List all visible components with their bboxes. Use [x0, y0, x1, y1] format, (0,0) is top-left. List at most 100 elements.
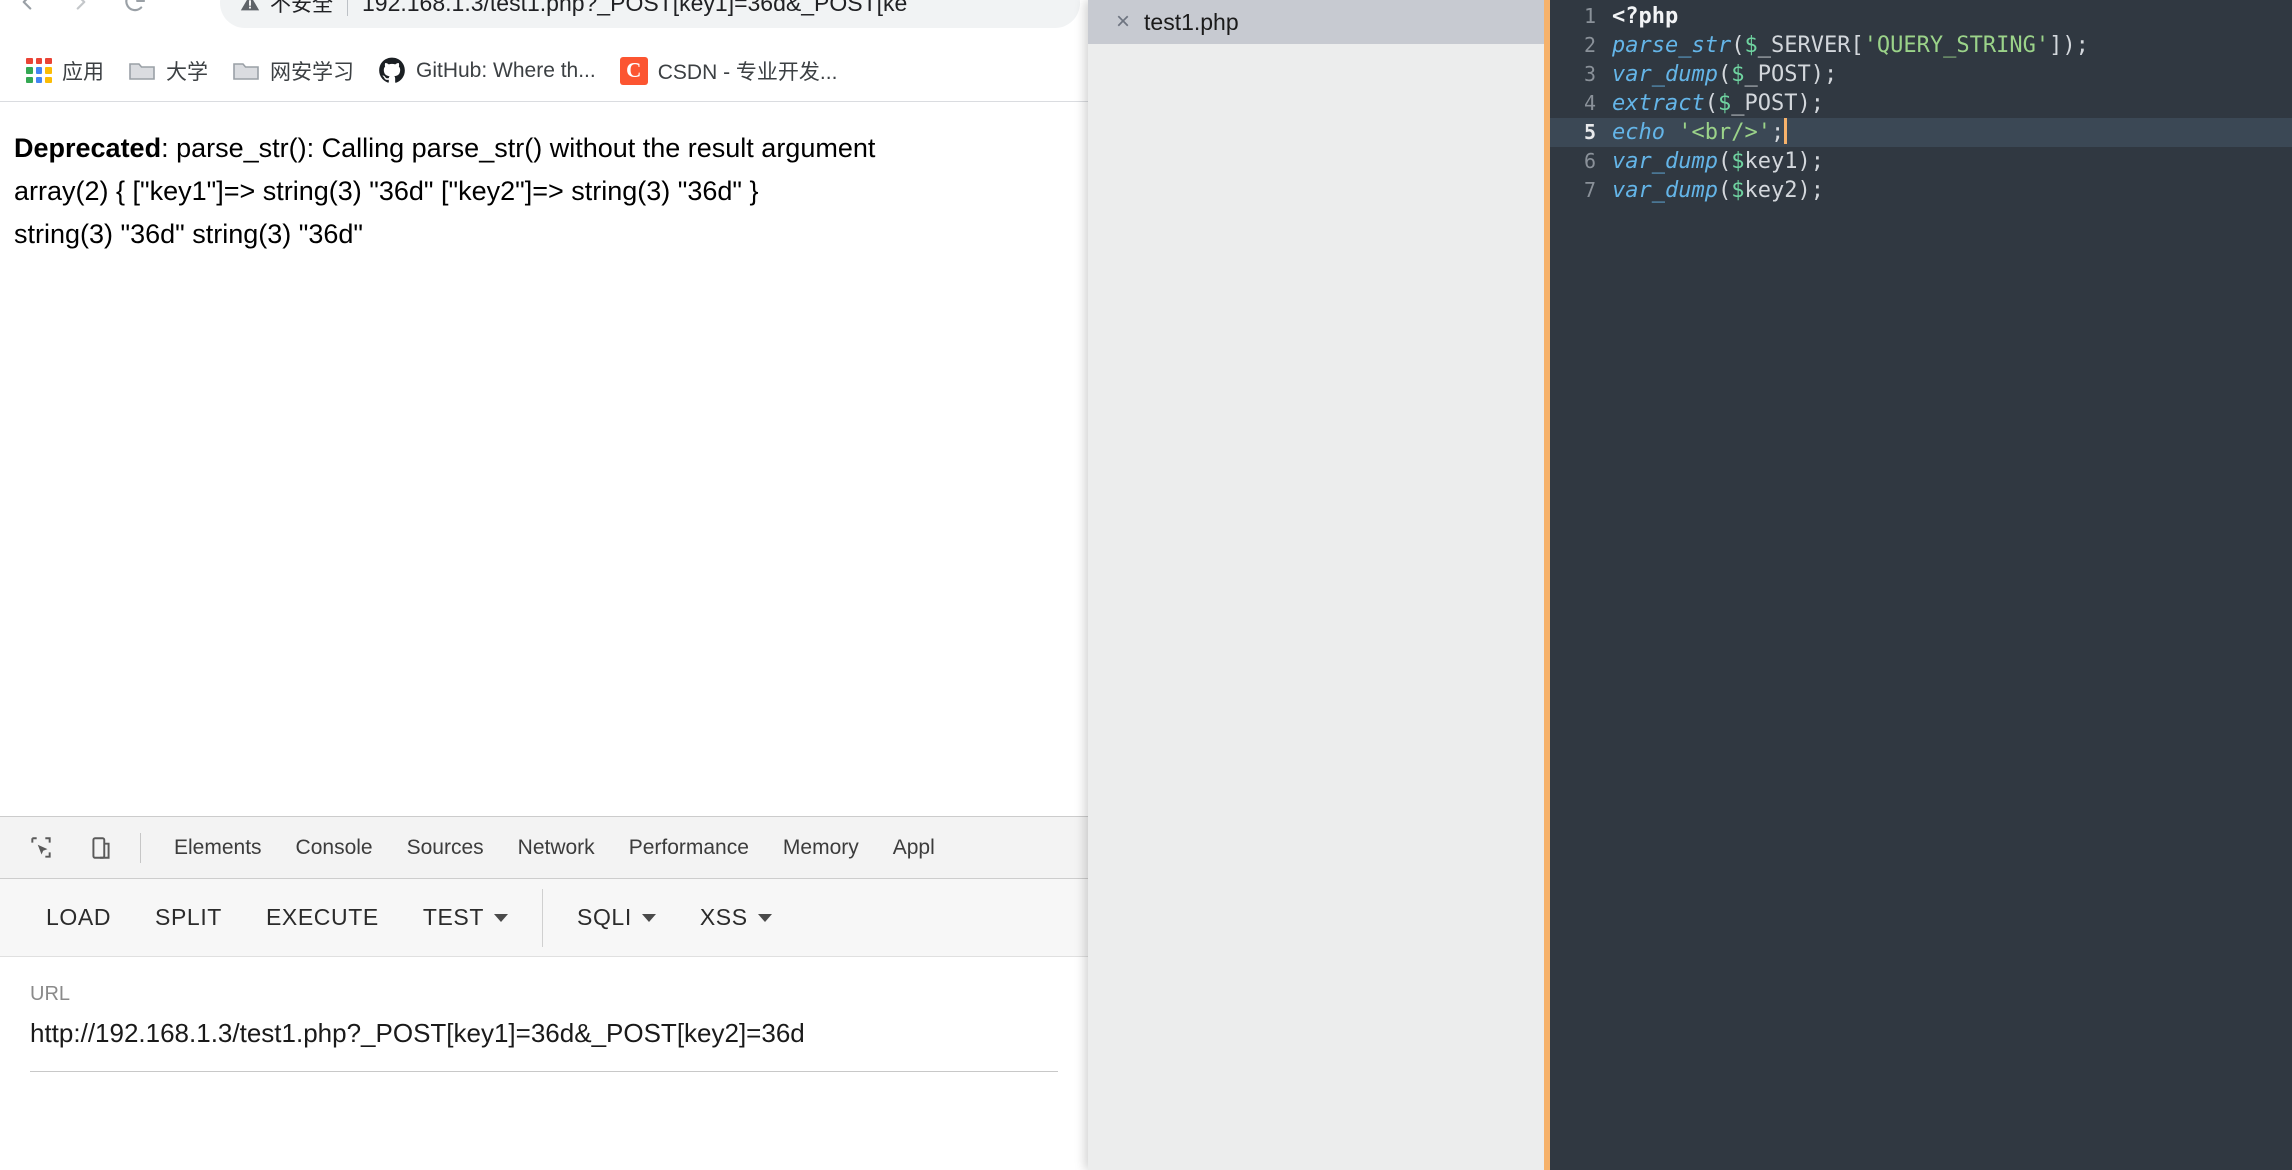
- code-line[interactable]: 5 echo '<br/>';: [1550, 118, 2292, 147]
- bookmark-label: 应用: [62, 60, 104, 84]
- address-bar[interactable]: 不安全 192.168.1.3/test1.php?_POST[key1]=36…: [220, 0, 1080, 28]
- split-button[interactable]: SPLIT: [133, 879, 244, 957]
- bookmark-label: 大学: [166, 60, 208, 84]
- folder-icon: [232, 59, 260, 83]
- omnibox-strip: 不安全 192.168.1.3/test1.php?_POST[key1]=36…: [0, 0, 1088, 40]
- xss-dropdown[interactable]: XSS: [678, 879, 794, 957]
- tab-application[interactable]: Appl: [876, 817, 952, 879]
- code-text: var_dump($key2);: [1612, 176, 1824, 205]
- code-line[interactable]: 2 parse_str($_SERVER['QUERY_STRING']);: [1550, 31, 2292, 60]
- deprecated-label: Deprecated: [14, 133, 162, 163]
- code-token: $: [1731, 149, 1745, 174]
- code-token: ): [1797, 178, 1811, 203]
- code-text: parse_str($_SERVER['QUERY_STRING']);: [1612, 31, 2089, 60]
- code-line[interactable]: 4 extract($_POST);: [1550, 89, 2292, 118]
- url-input[interactable]: http://192.168.1.3/test1.php?_POST[key1]…: [30, 1018, 1058, 1049]
- code-token: (: [1717, 62, 1732, 87]
- warning-triangle-icon: [238, 0, 262, 15]
- code-line[interactable]: 6 var_dump($key1);: [1550, 147, 2292, 176]
- forward-button[interactable]: [54, 0, 108, 26]
- chevron-down-icon: [641, 913, 656, 922]
- line-number: 4: [1583, 91, 1596, 115]
- execute-label: EXECUTE: [265, 904, 379, 930]
- code-line[interactable]: 3 var_dump($_POST);: [1550, 60, 2292, 89]
- editor-tab-filename: test1.php: [1144, 8, 1239, 35]
- code-token: _POST: [1731, 91, 1798, 116]
- code-editor-window: × test1.php 1 <?php 2 parse_str($_SERVER['Q…: [1088, 0, 2292, 1170]
- load-button[interactable]: LOAD: [24, 879, 133, 957]
- reload-button[interactable]: [108, 0, 162, 26]
- code-text: echo '<br/>';: [1612, 118, 1788, 147]
- code-token: var_dump: [1612, 149, 1718, 174]
- code-text: var_dump($key1);: [1612, 147, 1824, 176]
- url-field-label: URL: [30, 983, 71, 1005]
- code-line[interactable]: 7 var_dump($key2);: [1550, 176, 2292, 205]
- bookmark-csdn[interactable]: C CSDN - 专业开发...: [608, 50, 850, 92]
- code-token: (: [1717, 178, 1732, 203]
- execute-button[interactable]: EXECUTE: [244, 879, 401, 957]
- code-token: ;: [1823, 62, 1838, 87]
- line-number: 5: [1583, 120, 1596, 144]
- editor-side-pane: [1088, 44, 1544, 1170]
- sqli-label: SQLI: [577, 904, 632, 930]
- devtools-panel: Elements Console Sources Network Perform…: [0, 816, 1088, 1170]
- xss-label: XSS: [699, 904, 748, 930]
- line-number: 1: [1583, 4, 1596, 28]
- github-icon: [378, 57, 406, 85]
- line-number: 2: [1583, 33, 1596, 57]
- tab-memory[interactable]: Memory: [766, 817, 876, 879]
- url-input-underline: [30, 1071, 1058, 1072]
- code-token: ;: [1810, 149, 1824, 174]
- bookmark-folder-wangan[interactable]: 网安学习: [220, 50, 366, 92]
- code-token: ;: [1810, 178, 1824, 203]
- extension-toolbar-separator: [542, 888, 543, 947]
- code-token: (: [1731, 33, 1745, 58]
- bookmark-github[interactable]: GitHub: Where th...: [366, 51, 608, 91]
- code-token: _SERVER: [1757, 33, 1851, 58]
- editor-code-area[interactable]: 1 <?php 2 parse_str($_SERVER['QUERY_STRING'…: [1550, 0, 2292, 1170]
- tab-elements[interactable]: Elements: [157, 817, 279, 879]
- code-token: (: [1704, 91, 1718, 116]
- sqli-dropdown[interactable]: SQLI: [555, 879, 678, 957]
- tab-sources[interactable]: Sources: [390, 817, 501, 879]
- bookmarks-bar: 应用 大学 网安学习 GitHub: Where th... C CSDN - …: [0, 40, 1088, 102]
- load-label: LOAD: [46, 904, 112, 930]
- device-toolbar-icon[interactable]: [78, 825, 124, 871]
- tab-network[interactable]: Network: [501, 817, 612, 879]
- bookmark-folder-daxue[interactable]: 大学: [116, 50, 220, 92]
- code-token: key2: [1744, 178, 1798, 203]
- code-token: key1: [1744, 149, 1798, 174]
- screen: 不安全 192.168.1.3/test1.php?_POST[key1]=36…: [0, 0, 2292, 1170]
- code-token: ;: [1810, 91, 1824, 116]
- inspect-element-icon[interactable]: [18, 825, 64, 871]
- security-label: 不安全: [270, 0, 333, 16]
- close-icon[interactable]: ×: [1116, 10, 1130, 34]
- code-token: ): [1797, 91, 1811, 116]
- code-token: 'QUERY_STRING': [1863, 33, 2050, 58]
- editor-tab-test1-php[interactable]: × test1.php: [1088, 0, 1261, 44]
- apps-grid-icon: [26, 57, 52, 84]
- line-number: 3: [1583, 62, 1596, 86]
- tab-performance[interactable]: Performance: [612, 817, 766, 879]
- url-form: URL http://192.168.1.3/test1.php?_POST[k…: [0, 957, 1088, 1170]
- vardump-keys-output: string(3) "36d" string(3) "36d": [14, 219, 363, 249]
- back-button[interactable]: [0, 0, 54, 26]
- code-token: $: [1731, 62, 1745, 87]
- deprecated-message: : parse_str(): Calling parse_str() witho…: [161, 133, 876, 163]
- csdn-icon: C: [619, 56, 648, 85]
- code-token: $: [1731, 178, 1745, 203]
- vardump-post-output: array(2) { ["key1"]=> string(3) "36d" ["…: [14, 176, 759, 206]
- bookmark-label: 网安学习: [270, 60, 354, 84]
- devtools-separator: [140, 832, 141, 863]
- page-viewport: Deprecated: parse_str(): Calling parse_s…: [0, 103, 1088, 816]
- code-line[interactable]: 1 <?php: [1550, 2, 2292, 31]
- devtools-tabbar: Elements Console Sources Network Perform…: [0, 817, 1088, 879]
- deprecated-notice: Deprecated: parse_str(): Calling parse_s…: [14, 127, 1074, 170]
- code-token: var_dump: [1612, 62, 1718, 87]
- code-text: var_dump($_POST);: [1612, 60, 1837, 89]
- tab-console[interactable]: Console: [279, 817, 390, 879]
- folder-icon: [128, 59, 156, 83]
- test-dropdown[interactable]: TEST: [401, 879, 530, 957]
- bookmark-apps[interactable]: 应用: [14, 50, 116, 92]
